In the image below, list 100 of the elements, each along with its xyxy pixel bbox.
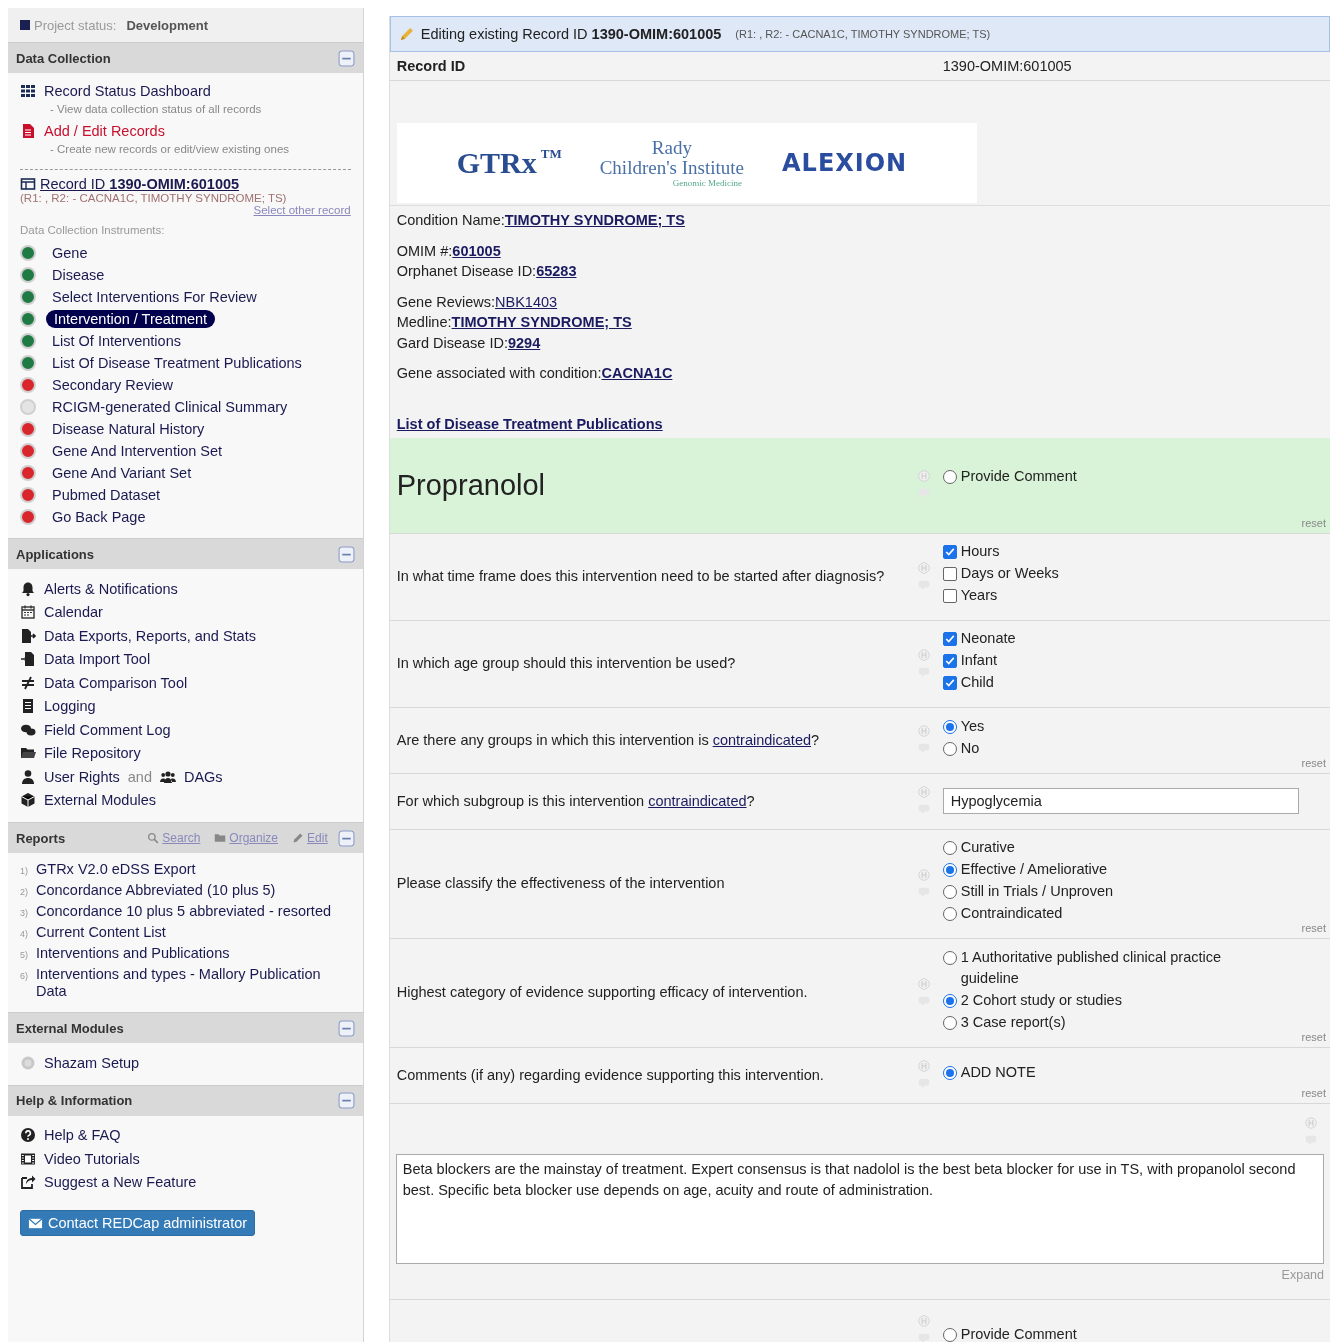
app-link[interactable]: Data Import Tool: [44, 651, 151, 668]
radio-button[interactable]: [942, 469, 957, 484]
instrument-link[interactable]: Intervention / Treatment: [46, 310, 216, 328]
collapse-icon[interactable]: [337, 1019, 355, 1037]
collapse-icon[interactable]: [337, 1092, 355, 1109]
app-link[interactable]: Calendar: [44, 604, 103, 621]
radio-option[interactable]: No: [942, 737, 1263, 759]
radio-button[interactable]: [942, 1015, 957, 1030]
field-value: 1390-OMIM:601005: [942, 58, 1072, 74]
checkbox[interactable]: [942, 654, 957, 668]
radio-option[interactable]: Provide Comment: [942, 465, 1263, 487]
help-link[interactable]: Help & FAQ: [44, 1127, 121, 1144]
radio-option[interactable]: Effective / Ameliorative: [942, 859, 1263, 880]
radio-option[interactable]: 3 Case report(s): [942, 1011, 1263, 1033]
collapse-icon[interactable]: [337, 545, 355, 563]
help-link[interactable]: Video Tutorials: [44, 1150, 140, 1167]
module-link[interactable]: Shazam Setup: [44, 1054, 140, 1071]
report-link[interactable]: Current Content List: [36, 924, 166, 943]
instrument-link[interactable]: RCIGM-generated Clinical Summary: [46, 398, 294, 416]
radio-button[interactable]: [942, 741, 957, 756]
report-link[interactable]: Concordance Abbreviated (10 plus 5): [36, 882, 276, 901]
instrument-link[interactable]: Gene: [46, 244, 94, 262]
radio-button[interactable]: [942, 907, 957, 921]
radio-button[interactable]: [942, 993, 957, 1008]
checkbox[interactable]: [942, 676, 957, 690]
instrument-link[interactable]: Disease: [46, 266, 111, 284]
record-link[interactable]: Record ID 1390-OMIM:601005: [40, 176, 240, 192]
instrument-link[interactable]: Disease Natural History: [46, 420, 211, 438]
checkbox-option[interactable]: Hours: [942, 541, 1263, 562]
report-link[interactable]: Interventions and Publications: [36, 945, 230, 964]
help-link[interactable]: Suggest a New Feature: [44, 1174, 197, 1191]
radio-option[interactable]: 1 Authoritative published clinical practice guideline: [942, 946, 1263, 989]
app-link[interactable]: Data Comparison Tool: [44, 674, 188, 691]
section-title: External Modules: [16, 1020, 125, 1036]
info-line: Gene Reviews:NBK1403: [396, 292, 559, 312]
checkbox[interactable]: [942, 632, 957, 646]
term-link[interactable]: contraindicated: [648, 792, 747, 809]
radio-option[interactable]: ADD NOTE: [942, 1061, 1263, 1083]
report-link[interactable]: Interventions and types - Mallory Publication Data: [36, 966, 351, 1000]
instrument-link[interactable]: Secondary Review: [46, 376, 179, 394]
question-text: Please classify the effectiveness of the intervention: [396, 874, 725, 893]
report-link[interactable]: GTRx V2.0 eDSS Export: [36, 861, 196, 880]
section-title: Help & Information: [16, 1093, 134, 1108]
nav-link[interactable]: Record Status Dashboard: [44, 81, 211, 101]
search-icon: [147, 832, 160, 844]
nav-link[interactable]: Add / Edit Records: [44, 121, 165, 141]
app-link[interactable]: Field Comment Log: [44, 721, 171, 738]
instrument-link[interactable]: Go Back Page: [46, 508, 152, 526]
text-input[interactable]: Hypoglycemia: [942, 788, 1299, 814]
instrument-link[interactable]: List Of Interventions: [46, 332, 187, 350]
radio-button[interactable]: [942, 719, 957, 734]
checkbox-option[interactable]: Days or Weeks: [942, 563, 1263, 584]
radio-button[interactable]: [942, 950, 957, 965]
app-link[interactable]: File Repository: [44, 745, 141, 762]
checkbox[interactable]: [942, 567, 957, 581]
contact-admin-button[interactable]: Contact REDCap administrator: [20, 1210, 256, 1236]
report-link[interactable]: Concordance 10 plus 5 abbreviated - resorted: [36, 903, 331, 922]
notes-textarea[interactable]: Beta blockers are the mainstay of treatment. Expert consensus is that nadolol is the best beta blocker for use in TS, with propanolol second best. Specific beta blocker use depends on age, acuity and route of administration.: [395, 1153, 1324, 1264]
app-link[interactable]: Logging: [44, 698, 96, 715]
info-link[interactable]: 65283: [536, 263, 577, 279]
instrument-link[interactable]: Gene And Intervention Set: [46, 442, 229, 460]
radio-option[interactable]: Yes: [942, 715, 1263, 737]
radio-button[interactable]: [942, 885, 957, 899]
checkbox-option[interactable]: Child: [942, 672, 1263, 693]
term-link[interactable]: contraindicated: [712, 731, 811, 748]
radio-button[interactable]: [942, 1327, 957, 1342]
info-link[interactable]: TIMOTHY SYNDROME; TS: [451, 314, 632, 330]
radio-option[interactable]: Still in Trials / Unproven: [942, 881, 1263, 902]
app-link[interactable]: DAGs: [183, 768, 223, 785]
checkbox-option[interactable]: Infant: [942, 650, 1263, 671]
info-link[interactable]: 601005: [452, 242, 501, 259]
radio-option[interactable]: Contraindicated: [942, 903, 1263, 924]
checkbox[interactable]: [942, 589, 957, 603]
app-link[interactable]: Data Exports, Reports, and Stats: [44, 627, 256, 644]
radio-button[interactable]: [942, 863, 957, 877]
instrument-link[interactable]: Gene And Variant Set: [46, 464, 198, 482]
collapse-icon[interactable]: [337, 49, 355, 67]
envelope-icon: [28, 1215, 43, 1231]
info-link[interactable]: TIMOTHY SYNDROME; TS: [504, 212, 685, 228]
info-link[interactable]: 9294: [507, 334, 541, 351]
radio-option[interactable]: Curative: [942, 837, 1263, 858]
radio-button[interactable]: [942, 841, 957, 855]
instrument-link[interactable]: Pubmed Dataset: [46, 486, 166, 504]
radio-option[interactable]: Provide Comment: [942, 1323, 1263, 1342]
radio-option[interactable]: 2 Cohort study or studies: [942, 989, 1263, 1011]
collapse-icon[interactable]: [337, 829, 355, 847]
app-link[interactable]: External Modules: [44, 792, 157, 809]
checkbox[interactable]: [942, 545, 957, 559]
publications-link[interactable]: List of Disease Treatment Publications: [396, 415, 1323, 434]
info-link[interactable]: CACNA1C: [601, 365, 673, 381]
app-link[interactable]: Alerts & Notifications: [44, 580, 178, 597]
radio-button[interactable]: [942, 1065, 957, 1080]
info-link[interactable]: NBK1403: [495, 293, 558, 310]
question-text: Are there any groups in which this intervention is contraindicated?: [396, 730, 820, 750]
instrument-link[interactable]: List Of Disease Treatment Publications: [46, 354, 308, 372]
checkbox-option[interactable]: Years: [942, 585, 1263, 606]
checkbox-option[interactable]: Neonate: [942, 628, 1263, 649]
info-line: Gene associated with condition:CACNA1C: [396, 364, 674, 383]
instrument-link[interactable]: Select Interventions For Review: [46, 288, 263, 306]
app-link[interactable]: User Rights: [44, 768, 120, 785]
